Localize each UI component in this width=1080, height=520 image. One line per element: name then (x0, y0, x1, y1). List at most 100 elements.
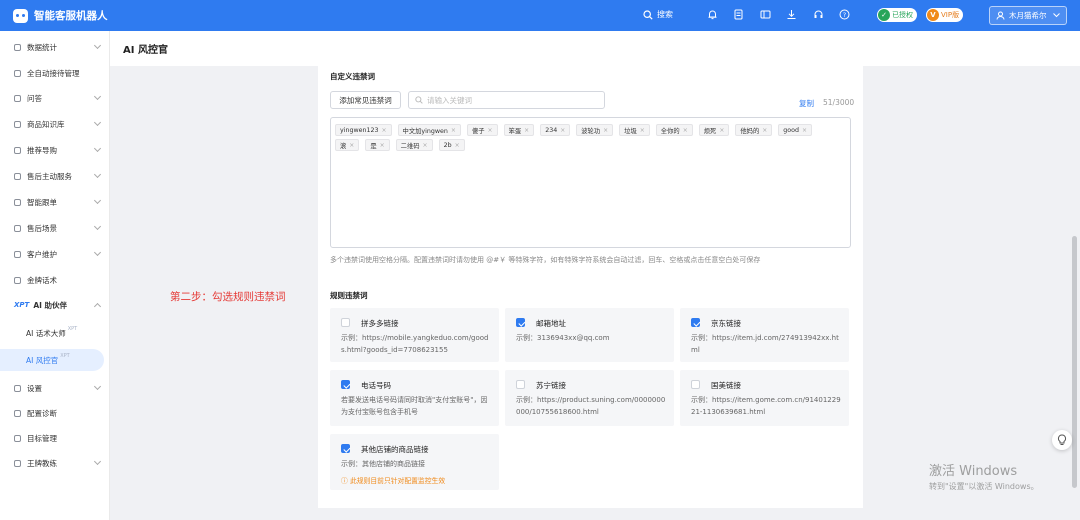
keyword-search-field[interactable] (408, 91, 605, 109)
rule-card-pinduoduo: 拼多多链接 示例：https://mobile.yangkeduo.com/go… (330, 308, 499, 362)
rule-checkbox[interactable] (341, 380, 350, 389)
sidebar-item-golden-script[interactable]: 金牌话术 (0, 270, 110, 290)
xpt-logo-icon: XPT (14, 301, 30, 309)
close-icon[interactable]: × (455, 142, 460, 149)
keyword-search-input[interactable] (427, 95, 587, 105)
close-icon[interactable]: × (488, 127, 493, 134)
page-scrollbar[interactable] (1072, 236, 1077, 488)
user-menu[interactable]: 木月猫希尔 (989, 6, 1067, 25)
rule-checkbox[interactable] (516, 318, 525, 327)
top-icon-group: ? (706, 8, 865, 20)
close-icon[interactable]: × (560, 127, 565, 134)
sidebar-item-smart-followup[interactable]: 智能跟单 (0, 192, 110, 212)
diagnosis-icon (14, 409, 21, 417)
sidebar-item-data-stats[interactable]: 数据统计 (0, 37, 110, 57)
robot-icon (14, 69, 21, 77)
close-icon[interactable]: × (380, 142, 385, 149)
check-shield-icon: ✓ (878, 9, 890, 21)
close-icon[interactable]: × (683, 127, 688, 134)
rule-card-suning: 苏宁链接 示例：https://product.suning.com/00000… (505, 370, 674, 426)
close-icon[interactable]: × (802, 127, 807, 134)
robot-logo-icon (13, 8, 28, 23)
chevron-down-icon (93, 41, 102, 50)
chevron-down-icon (93, 92, 102, 101)
sidebar-item-recommend[interactable]: 推荐导购 (0, 140, 110, 160)
word-tag: 全你的 × (655, 124, 693, 136)
rule-card-phone: 电话号码 若要发送电话号码请同时取消"支付宝账号"，因为支付宝账号包含手机号 (330, 370, 499, 426)
vip-badge[interactable]: V VIP版 (926, 8, 964, 22)
custom-words-title: 自定义违禁词 (330, 72, 375, 81)
close-icon[interactable]: × (719, 127, 724, 134)
bell-icon[interactable] (706, 8, 718, 20)
chevron-down-icon (93, 457, 102, 466)
word-tag: 垃圾 × (619, 124, 650, 136)
close-icon[interactable]: × (382, 127, 387, 134)
sidebar-item-auto-reception[interactable]: 全自动接待管理 (0, 63, 110, 83)
close-icon[interactable]: × (349, 142, 354, 149)
top-search-button[interactable]: 搜索 (643, 9, 673, 20)
close-icon[interactable]: × (451, 127, 456, 134)
word-tag: 中文加yingwen × (397, 124, 461, 136)
sidebar-item-ai-partner[interactable]: XPT AI 助伙伴 (0, 295, 110, 315)
word-tag: 2b × (438, 139, 465, 151)
sidebar: 数据统计 全自动接待管理 问答 商品知识库 推荐导购 售后主动服务 智能跟单 售… (0, 31, 110, 520)
follow-icon (14, 198, 21, 206)
chevron-down-icon (93, 382, 102, 391)
rule-example: 示例：3136943xx@qq.com (516, 334, 610, 342)
authorized-badge[interactable]: ✓ 已授权 (877, 8, 917, 22)
sidebar-item-customer-care[interactable]: 客户维护 (0, 244, 110, 264)
help-icon[interactable]: ? (839, 8, 851, 20)
word-tag: 傻子 × (466, 124, 498, 136)
service-icon (14, 172, 21, 180)
rule-checkbox[interactable] (691, 318, 700, 327)
word-tag: 他妈的 × (735, 124, 773, 136)
sidebar-item-config-diagnosis[interactable]: 配置诊断 (0, 403, 110, 423)
rule-checkbox[interactable] (341, 444, 350, 453)
search-label: 搜索 (657, 10, 673, 19)
close-icon[interactable]: × (762, 127, 767, 134)
close-icon[interactable]: × (603, 127, 608, 134)
copy-link[interactable]: 复制 (799, 98, 814, 109)
thumb-icon (14, 146, 21, 154)
user-icon (996, 11, 1005, 20)
sidebar-item-ai-script-master[interactable]: AI 话术大师 XPT (0, 323, 110, 343)
download-icon[interactable] (786, 8, 798, 20)
sidebar-item-settings[interactable]: 设置 (0, 378, 110, 398)
sidebar-item-ace-coach[interactable]: 王牌教练 (0, 453, 110, 473)
rule-name: 苏宁链接 (536, 381, 566, 390)
scene-icon (14, 224, 21, 232)
chevron-down-icon (93, 248, 102, 257)
word-tag: 是 × (365, 139, 390, 151)
rule-checkbox[interactable] (516, 380, 525, 389)
close-icon[interactable]: × (640, 127, 645, 134)
rule-checkbox[interactable] (691, 380, 700, 389)
word-tag: 烦死 × (698, 124, 730, 136)
rule-checkbox[interactable] (341, 318, 350, 327)
sidebar-item-ai-risk-officer[interactable]: AI 风控官 XPT (0, 349, 104, 371)
chevron-down-icon (93, 196, 102, 205)
sidebar-item-after-sale-service[interactable]: 售后主动服务 (0, 166, 110, 186)
headset-icon[interactable] (812, 8, 824, 20)
document-icon[interactable] (733, 8, 745, 20)
floating-help-button[interactable] (1052, 430, 1072, 450)
banned-words-box[interactable]: yingwen123 × 中文加yingwen × 傻子 × 笨蛋 × 234 × 波轮功… (330, 117, 851, 248)
word-tag: 笨蛋 × (503, 124, 535, 136)
box-icon (14, 120, 21, 128)
close-icon[interactable]: × (423, 142, 428, 149)
chevron-down-icon (1052, 13, 1060, 18)
word-tag: good × (778, 124, 812, 136)
risk-control-panel: 自定义违禁词 添加常见违禁词 复制 51/3000 yingwen123× 中文… (318, 66, 863, 508)
sidebar-item-product-knowledge[interactable]: 商品知识库 (0, 114, 110, 134)
rule-example: 若要发送电话号码请同时取消"支付宝账号"，因为支付宝账号包含手机号 (341, 396, 488, 416)
rule-name: 邮箱地址 (536, 319, 566, 328)
svg-text:?: ? (843, 11, 846, 19)
sidebar-item-goal-management[interactable]: 目标管理 (0, 428, 110, 448)
chevron-down-icon (93, 222, 102, 231)
sidebar-item-after-sale-scene[interactable]: 售后场景 (0, 218, 110, 238)
gear-icon (14, 384, 21, 392)
window-icon[interactable] (759, 8, 771, 20)
coach-icon (14, 459, 21, 467)
sidebar-item-qa[interactable]: 问答 (0, 88, 110, 108)
add-common-words-button[interactable]: 添加常见违禁词 (330, 91, 401, 109)
close-icon[interactable]: × (524, 127, 529, 134)
